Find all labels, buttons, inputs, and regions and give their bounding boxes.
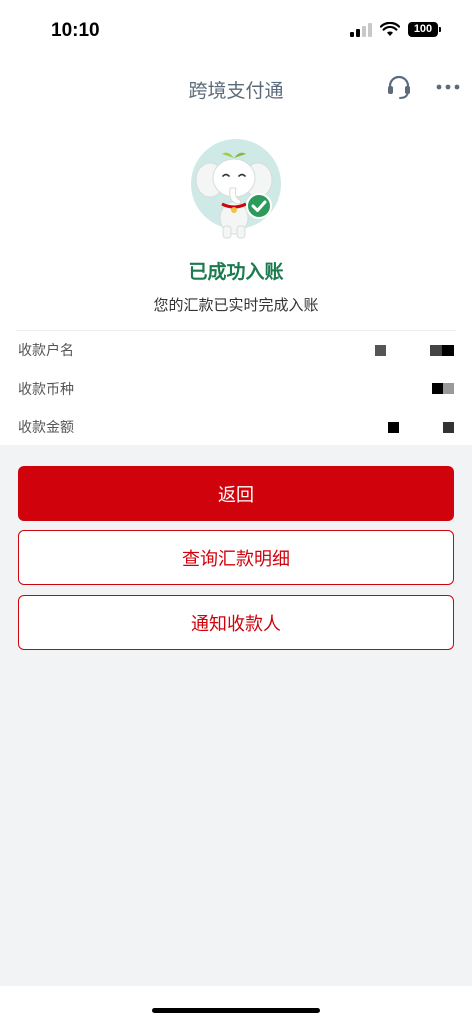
battery-icon: 100 [408,22,441,37]
result-title: 已成功入账 [188,261,284,283]
info-row-payee-name: 收款户名 [18,331,454,370]
query-details-button[interactable]: 查询汇款明细 [18,530,454,585]
notify-payee-button[interactable]: 通知收款人 [18,595,454,650]
status-bar: 10:10 100 [0,0,472,62]
actions: 返回 查询汇款明细 通知收款人 [0,445,472,650]
info-row-amount: 收款金额 [18,408,454,447]
info-label: 收款币种 [18,381,74,398]
bottom-bar [0,986,472,1024]
result-section: 已成功入账 您的汇款已实时完成入账 [0,114,472,330]
info-label: 收款金额 [18,420,74,437]
nav-bar: 跨境支付通 [0,62,472,114]
info-label: 收款户名 [18,343,74,360]
top-area: 10:10 100 跨境支付通 已成功入账 您的汇款已实时完成入账 收款户名 收… [0,0,472,445]
status-icons: 100 [350,22,441,37]
masked-value [388,421,454,433]
masked-value [375,344,454,356]
elephant-mascot-icon [191,139,281,239]
result-subtitle: 您的汇款已实时完成入账 [153,296,319,314]
info-list: 收款户名 收款币种 收款金额 [0,331,472,445]
back-button[interactable]: 返回 [18,466,454,521]
signal-icon [350,22,372,37]
more-icon[interactable] [434,73,462,101]
masked-value [432,383,454,395]
status-time: 10:10 [51,20,100,41]
headset-icon[interactable] [385,73,413,101]
wifi-icon [380,22,400,36]
info-row-currency: 收款币种 [18,370,454,409]
home-indicator[interactable] [152,1008,320,1013]
